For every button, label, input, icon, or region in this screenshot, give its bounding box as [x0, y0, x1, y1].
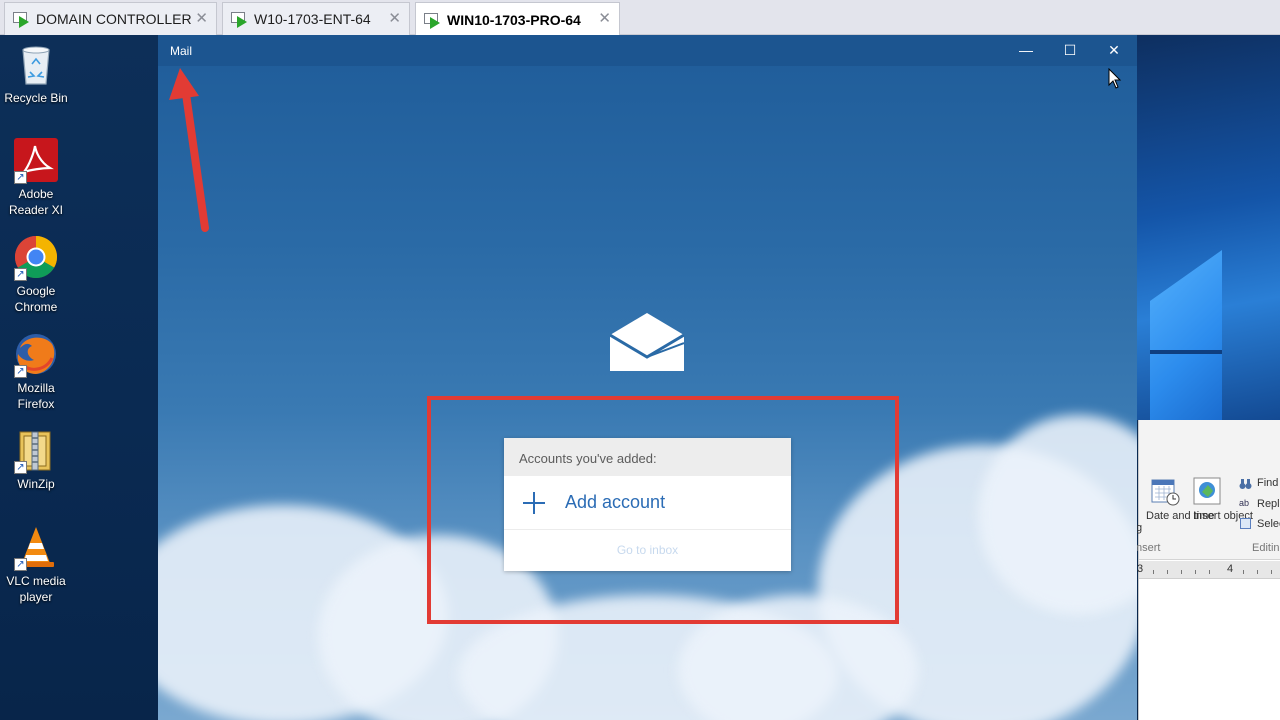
desktop-icon-vlc[interactable]: ↗ VLC media player: [0, 525, 72, 605]
close-icon[interactable]: ✕: [388, 11, 401, 26]
chrome-icon: ↗: [14, 235, 58, 281]
winzip-icon: ↗: [14, 428, 58, 474]
ruler-number: 4: [1227, 563, 1234, 575]
recycle-bin-icon: [14, 42, 58, 86]
word-ruler: 3 4: [1137, 561, 1280, 579]
shortcut-arrow-icon: ↗: [14, 461, 27, 474]
desktop-icon-label: VLC media player: [6, 574, 66, 604]
word-window-background: g Date and time Insert object nsert Find…: [1136, 420, 1280, 720]
shortcut-arrow-icon: ↗: [14, 558, 27, 571]
mail-envelope-icon: [609, 313, 685, 371]
find-button[interactable]: Find: [1257, 477, 1278, 489]
vm-tab-win10-pro[interactable]: WIN10-1703-PRO-64 ✕: [415, 2, 620, 36]
desktop-icon-recycle-bin[interactable]: Recycle Bin: [0, 42, 72, 106]
vm-tab-w10-ent[interactable]: W10-1703-ENT-64 ✕: [222, 2, 410, 35]
plus-icon: [523, 491, 545, 514]
windows-logo-divider: [1150, 350, 1222, 354]
add-account-label: Add account: [565, 492, 666, 512]
desktop-icon-label: WinZip: [17, 477, 55, 491]
vm-tab-strip: DOMAIN CONTROLLER ✕ W10-1703-ENT-64 ✕ WI…: [0, 0, 1280, 36]
minimize-button[interactable]: —: [1004, 35, 1048, 66]
firefox-icon: ↗: [14, 332, 58, 378]
close-button[interactable]: ✕: [1092, 35, 1136, 66]
editing-group-label: Editin: [1252, 542, 1280, 554]
mail-title-bar[interactable]: Mail — ☐ ✕: [158, 35, 1137, 66]
vm-tab-domain-controller[interactable]: DOMAIN CONTROLLER ✕: [4, 2, 217, 35]
replace-icon: ab: [1239, 498, 1250, 508]
mail-window: Mail — ☐ ✕ Accounts you've added: Add ac…: [158, 35, 1137, 720]
desktop-icon-adobe-reader[interactable]: ↗ Adobe Reader XI: [0, 138, 72, 218]
vm-tab-label: W10-1703-ENT-64: [254, 11, 371, 27]
close-icon[interactable]: ✕: [195, 11, 208, 26]
maximize-button[interactable]: ☐: [1048, 35, 1092, 66]
vm-running-icon: [13, 11, 31, 28]
insert-group-label: nsert: [1136, 542, 1161, 554]
desktop-icon-label: Mozilla Firefox: [17, 381, 55, 411]
binoculars-icon: [1239, 477, 1252, 489]
desktop-icon-label: Recycle Bin: [4, 91, 68, 105]
vm-running-icon: [424, 12, 442, 29]
shortcut-arrow-icon: ↗: [14, 365, 27, 378]
shortcut-arrow-icon: ↗: [14, 171, 27, 184]
mouse-cursor-icon: [1108, 68, 1122, 89]
desktop-icon-firefox[interactable]: ↗ Mozilla Firefox: [0, 332, 72, 412]
vm-running-icon: [231, 11, 249, 28]
accounts-header: Accounts you've added:: [504, 438, 791, 476]
go-to-inbox-button[interactable]: Go to inbox: [504, 530, 791, 570]
vm-tab-label: DOMAIN CONTROLLER: [36, 11, 192, 27]
desktop-icon-label: Google Chrome: [14, 284, 58, 314]
word-ribbon: g Date and time Insert object nsert Find…: [1136, 420, 1280, 560]
close-icon[interactable]: ✕: [598, 11, 611, 26]
window-title: Mail: [170, 44, 193, 58]
desktop-icon-label: Adobe Reader XI: [8, 187, 64, 217]
replace-button[interactable]: Replac: [1257, 498, 1280, 510]
ruler-number: 3: [1137, 563, 1144, 575]
insert-object-icon: [1192, 476, 1222, 506]
adobe-reader-icon: ↗: [14, 138, 58, 184]
select-button[interactable]: Selec: [1257, 518, 1280, 530]
vm-tab-label: WIN10-1703-PRO-64: [447, 11, 581, 28]
desktop-icon-winzip[interactable]: ↗ WinZip: [0, 428, 72, 492]
vlc-icon: ↗: [14, 525, 58, 571]
select-icon: [1240, 518, 1251, 529]
calendar-icon: [1150, 476, 1180, 506]
annotation-arrow-icon: [169, 68, 209, 232]
accounts-panel: Accounts you've added: Add account Go to…: [504, 438, 791, 571]
desktop-icon-chrome[interactable]: ↗ Google Chrome: [0, 235, 72, 315]
add-account-button[interactable]: Add account: [504, 476, 791, 530]
shortcut-arrow-icon: ↗: [14, 268, 27, 281]
